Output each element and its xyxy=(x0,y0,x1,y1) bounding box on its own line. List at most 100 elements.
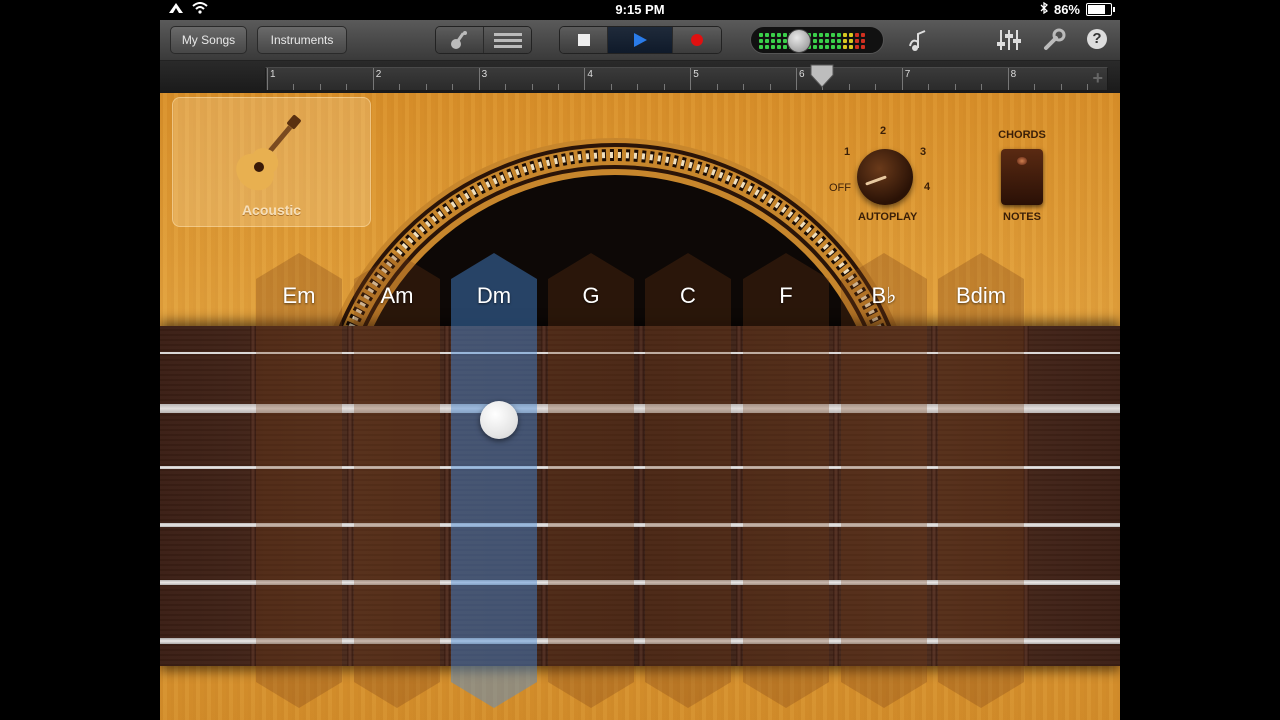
toolbar: My Songs Instruments ? xyxy=(160,20,1120,61)
bar-number: 8 xyxy=(1010,69,1017,80)
chord-strip-6[interactable]: B♭ xyxy=(841,253,927,708)
tracks-view-icon[interactable] xyxy=(484,27,531,53)
ruler-tick xyxy=(372,68,374,90)
master-volume-knob[interactable] xyxy=(787,29,811,53)
battery-icon xyxy=(1086,3,1115,16)
chord-strip-0[interactable]: Em xyxy=(256,253,342,708)
chord-label: F xyxy=(779,283,793,308)
chord-strip-3[interactable]: G xyxy=(548,253,634,708)
meter-led xyxy=(855,45,859,49)
stop-icon[interactable] xyxy=(560,27,609,53)
meter-led xyxy=(849,39,853,43)
help-glyph: ? xyxy=(1092,30,1102,47)
autoplay-position-1[interactable]: 1 xyxy=(844,146,850,158)
meter-led xyxy=(831,33,835,37)
bar-number: 4 xyxy=(587,69,593,80)
ruler-tick xyxy=(610,84,612,90)
ruler-tick xyxy=(346,84,348,90)
ruler-tick xyxy=(769,84,771,90)
ruler-tick xyxy=(478,68,480,90)
ruler-tick xyxy=(267,68,268,90)
play-icon[interactable] xyxy=(608,27,673,53)
chords-label: CHORDS xyxy=(998,129,1046,141)
meter-led xyxy=(849,33,853,37)
bar-number: 3 xyxy=(481,69,488,80)
help-icon[interactable]: ? xyxy=(1084,28,1110,52)
ruler-tick xyxy=(1007,68,1009,90)
chord-strip-1[interactable]: Am xyxy=(354,253,440,708)
chord-strip-bg xyxy=(938,253,1024,708)
meter-led xyxy=(849,45,853,49)
meter-led xyxy=(759,45,763,49)
chord-label: Em xyxy=(282,283,316,308)
ruler-tick xyxy=(1086,84,1088,90)
ruler-tick xyxy=(557,84,559,90)
ruler-tick xyxy=(716,84,718,90)
chord-strip-2[interactable]: Dm xyxy=(451,253,537,708)
ruler-tick xyxy=(425,84,427,90)
meter-led xyxy=(861,39,865,43)
fret-wire xyxy=(833,326,839,666)
chord-strip-5[interactable]: F xyxy=(743,253,829,708)
ruler-tick xyxy=(399,84,401,90)
fret-wire xyxy=(444,326,450,666)
autoplay-title: AUTOPLAY xyxy=(858,211,918,223)
ruler[interactable]: + 1 2 3 4 5 6 7 8 xyxy=(265,67,1108,91)
view-toggle xyxy=(435,26,532,54)
meter-led xyxy=(837,33,841,37)
ruler-tick xyxy=(663,84,665,90)
mixer-icon[interactable] xyxy=(996,28,1022,52)
meter-led xyxy=(771,45,775,49)
meter-led xyxy=(777,45,781,49)
chord-strip-4[interactable]: C xyxy=(645,253,731,708)
instrument-name: Acoustic xyxy=(241,202,302,218)
meter-led xyxy=(783,33,787,37)
ruler-tick xyxy=(928,84,930,90)
autoplay-position-3[interactable]: 3 xyxy=(920,146,926,158)
mode-toggle[interactable] xyxy=(1001,149,1043,205)
ruler-tick xyxy=(584,68,586,90)
meter-led xyxy=(855,33,859,37)
add-section-button[interactable]: + xyxy=(1092,68,1103,89)
level-meter[interactable] xyxy=(750,26,884,54)
meter-led xyxy=(771,33,775,37)
acoustic-guitar-icon xyxy=(236,115,301,191)
bar-number: 6 xyxy=(799,69,805,80)
guitar-view-icon[interactable] xyxy=(436,27,484,53)
timeline: + 1 2 3 4 5 6 7 8 xyxy=(160,61,1120,93)
chord-label: G xyxy=(582,283,600,308)
autoplay-position-off[interactable]: OFF xyxy=(829,182,851,194)
autoplay-position-4[interactable]: 4 xyxy=(924,181,930,193)
ruler-tick xyxy=(743,84,745,90)
chord-strip-bg xyxy=(354,253,440,708)
chord-label: Dm xyxy=(476,283,512,308)
ruler-tick xyxy=(954,84,956,90)
meter-led xyxy=(765,45,769,49)
wrench-icon[interactable] xyxy=(1041,28,1067,52)
meter-led xyxy=(837,39,841,43)
meter-led xyxy=(783,45,787,49)
autoplay-knob[interactable] xyxy=(857,149,913,205)
status-bar: 9:15 PM 86% xyxy=(160,0,1120,20)
meter-led xyxy=(765,33,769,37)
meter-led xyxy=(819,45,823,49)
record-icon[interactable] xyxy=(672,27,721,53)
fret-wire xyxy=(347,326,353,666)
fret-wire xyxy=(541,326,547,666)
ruler-tick xyxy=(452,84,454,90)
chord-strip-bg xyxy=(743,253,829,708)
meter-led xyxy=(855,39,859,43)
chords-notes-switch[interactable]: CHORDS NOTES xyxy=(992,125,1052,225)
chord-label: Am xyxy=(380,283,414,308)
metronome-icon[interactable] xyxy=(905,28,931,52)
chord-strip-bg xyxy=(451,253,537,708)
my-songs-button[interactable]: My Songs xyxy=(170,26,247,54)
instruments-button[interactable]: Instruments xyxy=(257,26,347,54)
instrument-selector[interactable]: Acoustic xyxy=(172,97,371,227)
fret-wire xyxy=(638,326,644,666)
meter-led xyxy=(825,45,829,49)
chord-strip-7[interactable]: Bdim xyxy=(938,253,1024,708)
meter-led xyxy=(831,45,835,49)
autoplay-position-2[interactable]: 2 xyxy=(880,125,886,137)
meter-led xyxy=(819,39,823,43)
